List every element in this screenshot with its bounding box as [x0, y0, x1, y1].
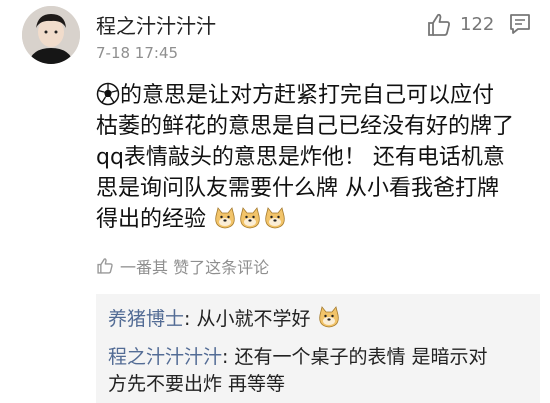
soccer-ball-icon [96, 82, 120, 106]
comment-line: 思是询问队友需要什么牌 从小看我爸打牌 [96, 173, 546, 204]
comment-text: 思是询问队友需要什么牌 从小看我爸打牌 [96, 176, 499, 201]
reply-item[interactable]: 养猪博士: 从小就不学好 [108, 306, 342, 333]
like-count: 122 [460, 14, 495, 35]
reply-author[interactable]: 程之汁汁汁汁 [108, 346, 222, 368]
liked-by-line: 一番其 赞了这条评论 [96, 254, 269, 278]
comment-line: 的意思是让对方赶紧打完自己可以应付 [96, 80, 546, 111]
avatar-image [22, 6, 80, 64]
reply-button[interactable] [508, 12, 532, 36]
doge-emoji-icon [318, 306, 339, 328]
comment-bubble-icon [510, 14, 530, 34]
comment-text: 枯萎的鲜花的意思是自己已经没有好的牌了 [96, 114, 515, 139]
thumbs-up-icon [97, 258, 113, 274]
liked-by-text: 一番其 赞了这条评论 [120, 258, 270, 277]
comment-timestamp: 7-18 17:45 [96, 44, 179, 62]
comment-line: 得出的经验 [96, 204, 546, 235]
comment-line: 枯萎的鲜花的意思是自己已经没有好的牌了 [96, 111, 546, 142]
doge-emoji-icon [240, 207, 260, 229]
comment-username[interactable]: 程之汁汁汁汁 [96, 10, 216, 39]
comment-text: 得出的经验 [96, 207, 207, 232]
comment-line: qq表情敲头的意思是炸他！ 还有电话机意 [96, 142, 546, 173]
avatar[interactable] [22, 6, 80, 64]
reply-author[interactable]: 养猪博士 [108, 308, 184, 330]
comment-text: 的意思是让对方赶紧打完自己可以应付 [120, 83, 495, 108]
comment-text: qq表情敲头的意思是炸他！ 还有电话机意 [96, 145, 505, 170]
thumbs-up-icon [428, 13, 450, 36]
reply-text: 从小就不学好 [196, 308, 311, 330]
reply-separator: : [184, 308, 197, 330]
like-button[interactable] [426, 12, 452, 38]
doge-emoji-icon [215, 207, 235, 229]
replies-box: 养猪博士: 从小就不学好 程之汁汁汁汁: 还有一个桌子的表情 是暗示对 方先不要… [96, 294, 540, 403]
comment-body: 的意思是让对方赶紧打完自己可以应付 枯萎的鲜花的意思是自己已经没有好的牌了 qq… [96, 80, 546, 235]
reply-item[interactable]: 程之汁汁汁汁: 还有一个桌子的表情 是暗示对 [108, 344, 488, 371]
doge-emoji-icon [265, 207, 285, 229]
reply-text: 还有一个桌子的表情 是暗示对 [234, 346, 488, 368]
reply-text-continued: 方先不要出炸 再等等 [108, 373, 286, 395]
reply-separator: : [222, 346, 235, 368]
